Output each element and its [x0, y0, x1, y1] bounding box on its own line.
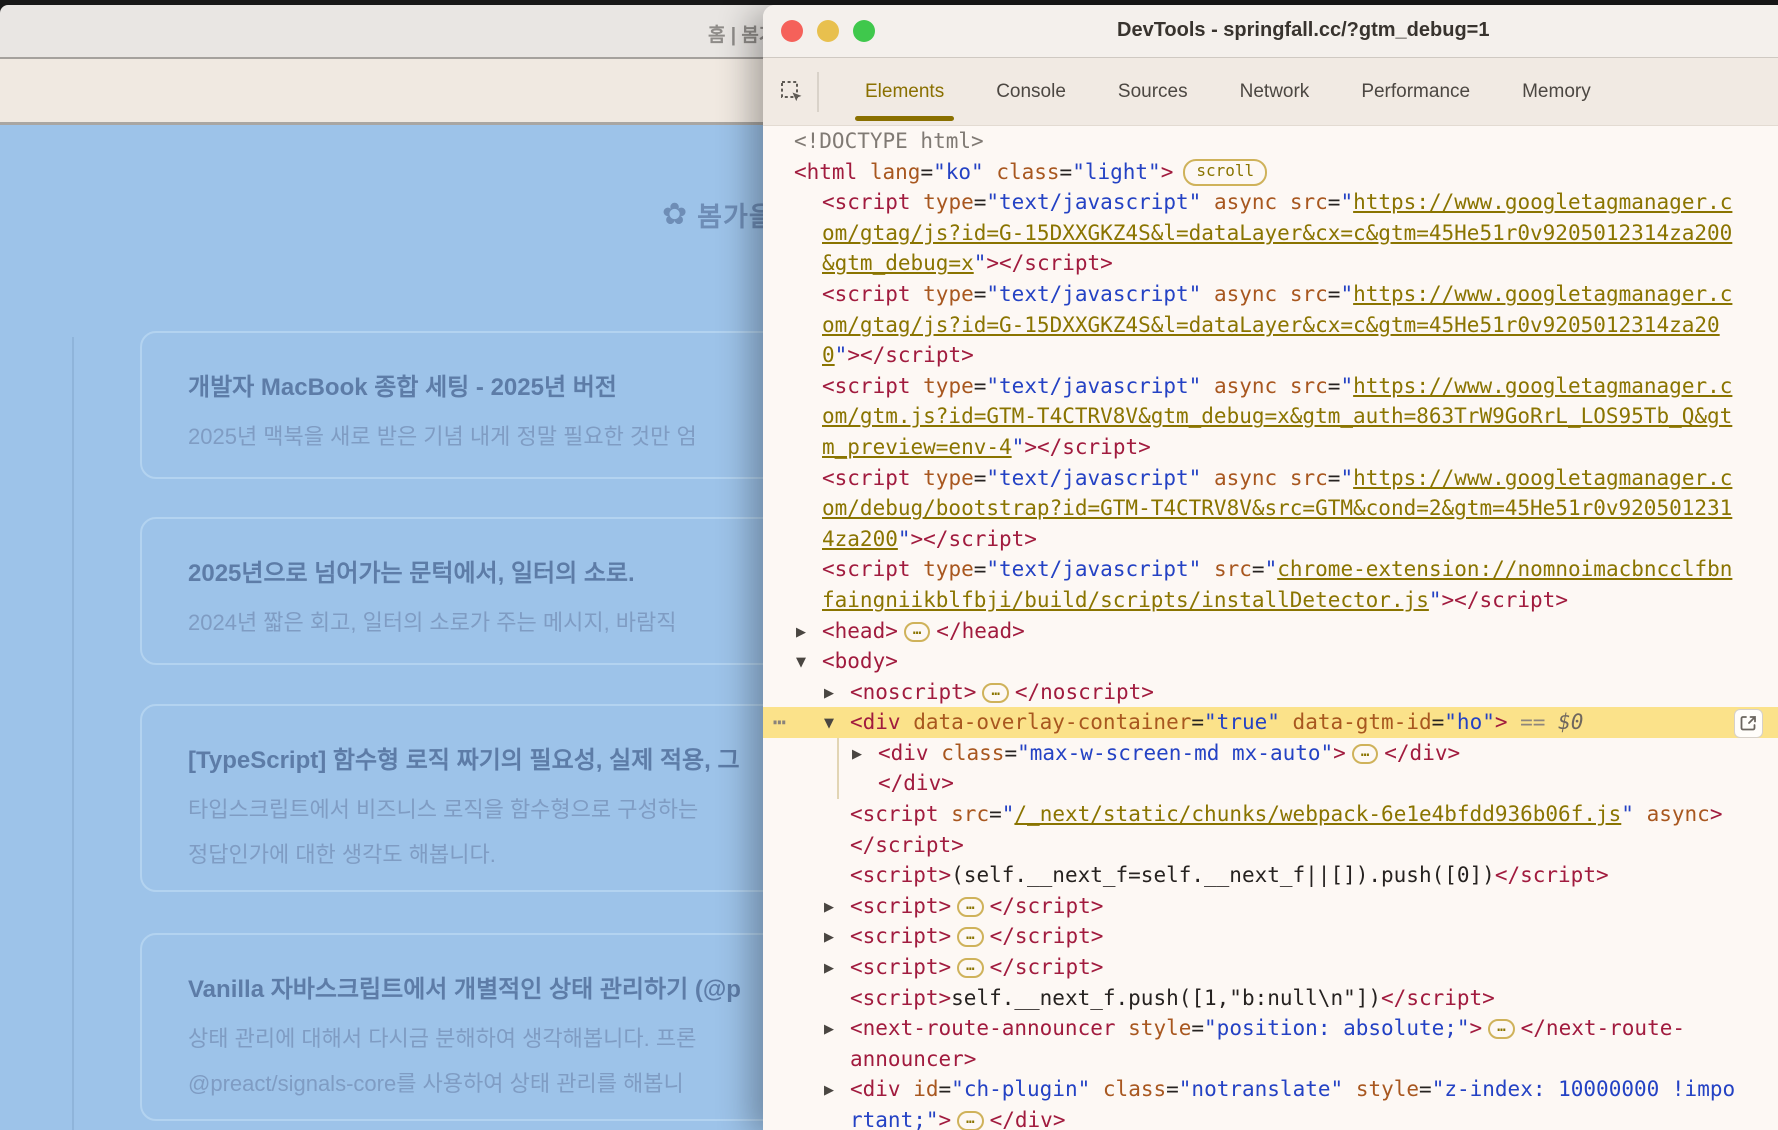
dom-tree-node[interactable]: ▶<script>…</script> [763, 921, 1778, 952]
dom-tree-node[interactable]: <script>(self.__next_f=self.__next_f||[]… [763, 860, 1778, 891]
expand-arrow-icon[interactable]: ▶ [824, 893, 850, 924]
expand-arrow-icon[interactable]: ▶ [796, 618, 822, 649]
more-actions-gutter[interactable]: ⋯ [773, 707, 786, 738]
dom-tree-node[interactable]: om/gtag/js?id=G-15DXXGKZ4S&l=dataLayer&c… [763, 218, 1778, 249]
expand-arrow-icon[interactable]: ▶ [852, 740, 878, 771]
tab-memory[interactable]: Memory [1496, 58, 1617, 125]
dom-tree-node[interactable]: om/gtag/js?id=G-15DXXGKZ4S&l=dataLayer&c… [763, 310, 1778, 341]
close-button[interactable] [781, 20, 803, 42]
collapsed-content-ellipsis[interactable]: … [1488, 1019, 1514, 1039]
dom-tree-node[interactable]: <script type="text/javascript" async src… [763, 187, 1778, 218]
tab-elements[interactable]: Elements [839, 58, 970, 125]
dom-tree-node[interactable]: <!DOCTYPE html> [763, 126, 1778, 157]
dom-tree-node[interactable]: ▼<body> [763, 646, 1778, 677]
tab-network[interactable]: Network [1214, 58, 1336, 125]
collapsed-content-ellipsis[interactable]: … [904, 622, 930, 642]
expand-arrow-icon[interactable]: ▶ [824, 1015, 850, 1046]
dom-tree-node[interactable]: <script>self.__next_f.push([1,"b:null\n"… [763, 983, 1778, 1014]
dom-tree-node[interactable]: <html lang="ko" class="light">scroll [763, 157, 1778, 188]
tab-performance[interactable]: Performance [1335, 58, 1496, 125]
expand-arrow-icon[interactable]: ▶ [824, 954, 850, 985]
scroll-badge[interactable]: scroll [1183, 159, 1267, 186]
collapsed-content-ellipsis[interactable]: … [957, 958, 983, 978]
dom-tree-node[interactable]: <script type="text/javascript" async src… [763, 279, 1778, 310]
inspect-cursor-icon [779, 79, 805, 105]
dom-tree-node[interactable]: </script> [763, 830, 1778, 861]
expand-arrow-icon[interactable]: ▶ [824, 679, 850, 710]
screenshot-stage: 홈 | 봄가을 ✿ 봄가을 개발자 MacBook 종합 세팅 - 2025년 … [0, 0, 1778, 1130]
timeline-line [72, 337, 74, 1130]
dom-tree-node[interactable]: m_preview=env-4"></script> [763, 432, 1778, 463]
collapsed-content-ellipsis[interactable]: … [982, 683, 1008, 703]
traffic-lights [781, 20, 875, 42]
code-tree: <!DOCTYPE html><html lang="ko" class="li… [763, 126, 1778, 1130]
dom-tree-node[interactable]: rtant;">…</div> [763, 1105, 1778, 1130]
dom-tree-node[interactable]: ▶<div class="max-w-screen-md mx-auto">…<… [763, 738, 1778, 769]
dom-tree-node[interactable]: ▶<next-route-announcer style="position: … [763, 1013, 1778, 1044]
dom-tree-node[interactable]: ▶<noscript>…</noscript> [763, 677, 1778, 708]
collapse-arrow-icon[interactable]: ▼ [824, 709, 850, 740]
devtools-title: DevTools - springfall.cc/?gtm_debug=1 [1117, 19, 1489, 42]
collapsed-content-ellipsis[interactable]: … [957, 1111, 983, 1130]
dom-tree-node[interactable]: 0"></script> [763, 340, 1778, 371]
dom-tree-node[interactable]: announcer> [763, 1044, 1778, 1075]
devtools-window: DevTools - springfall.cc/?gtm_debug=1 El… [763, 5, 1778, 1130]
inspect-element-button[interactable] [777, 77, 807, 107]
dom-tree-node[interactable]: <script type="text/javascript" src="chro… [763, 554, 1778, 585]
dom-tree-node[interactable]: ▶<script>…</script> [763, 891, 1778, 922]
collapse-arrow-icon[interactable]: ▼ [796, 648, 822, 679]
collapsed-content-ellipsis[interactable]: … [1352, 744, 1378, 764]
devtools-titlebar[interactable]: DevTools - springfall.cc/?gtm_debug=1 [763, 5, 1778, 58]
dom-tree-node[interactable]: faingniikblfbji/build/scripts/installDet… [763, 585, 1778, 616]
dom-tree-node[interactable]: ▶<script>…</script> [763, 952, 1778, 983]
toolbar-separator [817, 72, 819, 112]
dom-tree-node[interactable]: 4za200"></script> [763, 524, 1778, 555]
collapsed-content-ellipsis[interactable]: … [957, 897, 983, 917]
dom-tree-node[interactable]: <script type="text/javascript" async src… [763, 371, 1778, 402]
dom-tree-node[interactable]: om/gtm.js?id=GTM-T4CTRV8V&gtm_debug=x&gt… [763, 401, 1778, 432]
tab-console[interactable]: Console [970, 58, 1092, 125]
tab-sources[interactable]: Sources [1092, 58, 1214, 125]
devtools-tabbar: ElementsConsoleSourcesNetworkPerformance… [763, 58, 1778, 126]
dom-tree-node[interactable]: ⋯▼<div data-overlay-container="true" dat… [763, 707, 1778, 738]
dom-tree-node[interactable]: <script type="text/javascript" async src… [763, 463, 1778, 494]
expand-arrow-icon[interactable]: ▶ [824, 1076, 850, 1107]
zoom-button[interactable] [853, 20, 875, 42]
dom-tree-node[interactable]: </div> [763, 768, 1778, 799]
expand-arrow-icon[interactable]: ▶ [824, 923, 850, 954]
dom-tree-node[interactable]: om/debug/bootstrap?id=GTM-T4CTRV8V&src=G… [763, 493, 1778, 524]
reveal-element-button[interactable] [1734, 709, 1763, 738]
dom-tree-node[interactable]: ▶<head>…</head> [763, 616, 1778, 647]
dom-tree-node[interactable]: ▶<div id="ch-plugin" class="notranslate"… [763, 1074, 1778, 1105]
dom-tree-node[interactable]: <script src="/_next/static/chunks/webpac… [763, 799, 1778, 830]
collapsed-content-ellipsis[interactable]: … [957, 927, 983, 947]
minimize-button[interactable] [817, 20, 839, 42]
dom-tree-node[interactable]: &gtm_debug=x"></script> [763, 248, 1778, 279]
